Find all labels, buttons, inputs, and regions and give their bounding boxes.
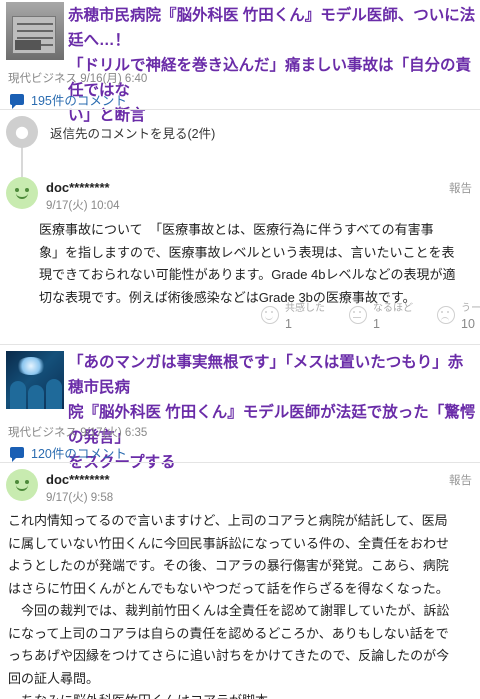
reaction-bar: 共感した 1 なるほど 1 うーん 10	[261, 299, 480, 331]
comment-date: 9/17(火) 9:58	[46, 492, 114, 504]
comment-bubble-icon	[10, 447, 24, 462]
comment-line: これ内情知ってるので言いますけど、上司のコアラと病院が結託して、医局	[8, 513, 448, 528]
replies-avatar-icon: ●	[6, 116, 38, 148]
comment-username[interactable]: doc********	[46, 180, 110, 195]
comment-line: ようとしたのが発端です。その後、コアラの暴行傷害が発覚。こあら、病院	[8, 558, 449, 573]
article-headline[interactable]: 「あのマンガは事実無根です」「メスは置いたつもり」赤穂市民病 院『脳外科医 竹田…	[68, 350, 478, 475]
reaction-label: うーん	[461, 303, 480, 314]
thread-line	[21, 147, 23, 177]
reaction-count: 10	[461, 317, 475, 331]
comment-date: 9/17(火) 10:04	[46, 200, 120, 212]
divider	[0, 109, 480, 110]
article-source: 現代ビジネス 9/17(火) 6:35	[8, 427, 148, 439]
comment-line: 今回の裁判では、裁判前竹田くんは全責任を認めて謝罪していたが、訴訟	[8, 603, 450, 618]
hmm-icon	[437, 306, 455, 324]
reaction-doubt-button[interactable]: うーん 10	[437, 299, 480, 331]
hospital-sign-image	[15, 40, 41, 50]
article-thumbnail[interactable]	[6, 2, 64, 60]
divider	[0, 344, 480, 345]
comments-link[interactable]: 120件のコメント	[10, 443, 127, 462]
comment-body: 医療事故について 「医療事故とは、医療行為に伴うすべての有害事 象」を指しますの…	[39, 219, 479, 309]
comment-username[interactable]: doc********	[46, 472, 110, 487]
view-replies-label: 返信先のコメントを見る(2件)	[50, 126, 216, 141]
surgeon-figure-image	[10, 381, 26, 409]
reaction-empathy-button[interactable]: 共感した 1	[261, 299, 349, 331]
article-source: 現代ビジネス 9/16(月) 6:40	[8, 73, 148, 85]
comments-link[interactable]: 195件のコメント	[10, 90, 127, 109]
comment-line: ちなみに脳外科医竹田くんはコアラが脚本。	[8, 690, 478, 699]
surgical-light-image	[16, 357, 46, 375]
divider	[0, 462, 480, 463]
comment-line: 医療事故について 「医療事故とは、医療行為に伴うすべての有害事	[39, 222, 434, 237]
comment-body: これ内情知ってるので言いますけど、上司のコアラと病院が結託して、医局 に属してい…	[8, 510, 478, 699]
article-thumbnail[interactable]	[6, 351, 64, 409]
comment-line: 回の証人尋問。	[8, 670, 100, 686]
reaction-agree-button[interactable]: なるほど 1	[349, 299, 437, 331]
comments-count: 120件のコメント	[31, 447, 127, 461]
reaction-count: 1	[373, 317, 380, 331]
comment-line: 象」を指しますので、医療事故レベルという表現は、言いたいことを表	[39, 244, 455, 260]
headline-line: 赤穂市民病院『脳外科医 竹田くん』モデル医師、ついに法廷へ…！	[68, 7, 476, 49]
comment-line: 現できておられない可能性があります。Grade 4bレベルなどの表現が適	[39, 267, 456, 282]
comment-line: はさらに竹田くんがとんでもないやつだって話を作らざるを得なくなった。	[8, 580, 449, 596]
report-link[interactable]: 報告	[449, 472, 472, 488]
comment-line: っちあげや因縁をつけてさらに追い討ちをかけてきたので、反論したのが今	[8, 648, 450, 663]
reaction-label: なるほど	[373, 303, 413, 314]
comment-bubble-icon	[10, 94, 24, 109]
view-replies-button[interactable]: ● 返信先のコメントを見る(2件)	[6, 116, 215, 148]
surgeon-figure-image	[46, 379, 62, 409]
comment-line: に属していない竹田くんに今回民事訴訟になっている件の、全責任をおわせ	[8, 535, 449, 551]
avatar[interactable]	[6, 177, 38, 209]
report-link[interactable]: 報告	[449, 180, 472, 196]
neutral-icon	[349, 306, 367, 324]
comments-count: 195件のコメント	[31, 94, 127, 108]
surgeon-figure-image	[28, 385, 44, 409]
reaction-count: 1	[285, 317, 292, 331]
smile-icon	[261, 306, 279, 324]
comment-line: になって上司のコアラは自らの責任を認めるどころか、ありもしない話をで	[8, 625, 449, 641]
reaction-label: 共感した	[285, 303, 325, 314]
avatar[interactable]	[6, 469, 38, 501]
headline-line: 「あのマンガは事実無根です」「メスは置いたつもり」赤穂市民病	[68, 354, 464, 396]
